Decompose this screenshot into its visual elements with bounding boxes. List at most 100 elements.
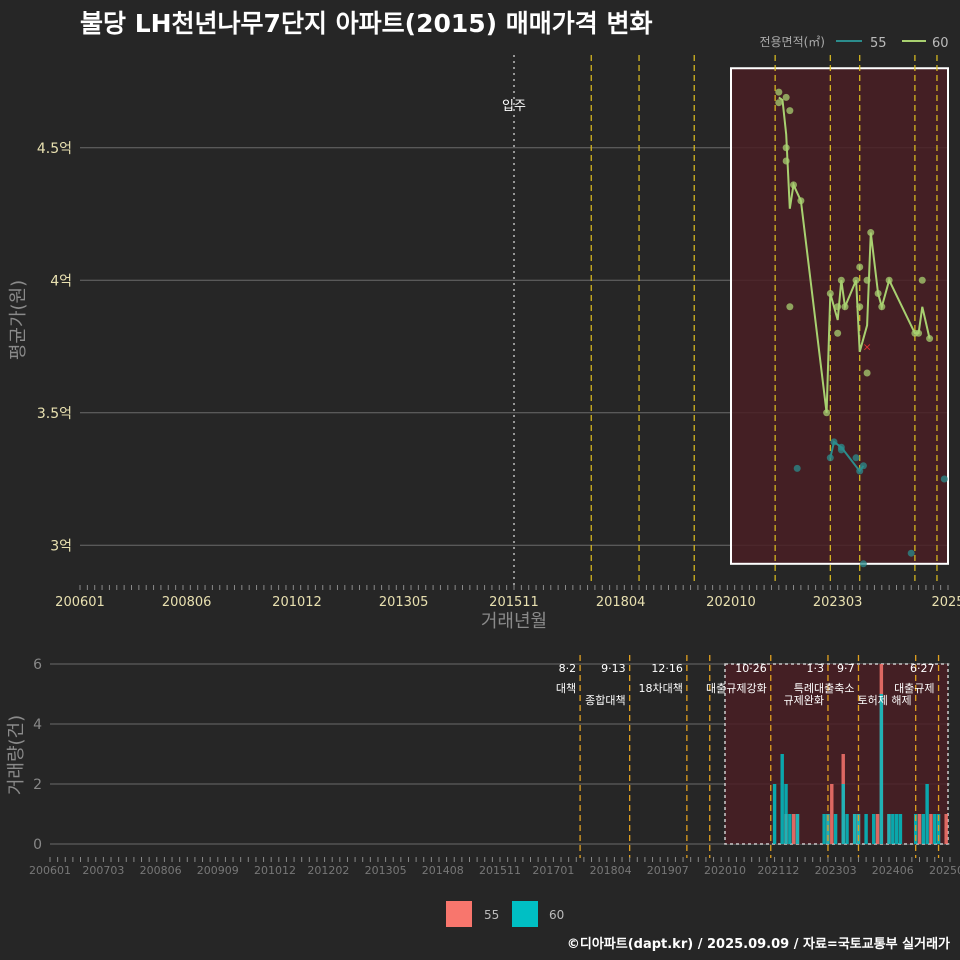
x-tick-label: 201202 [307,864,349,877]
x-tick-label: 2025 [931,595,960,610]
data-point-55 [907,549,915,557]
bar-60 [795,814,800,844]
x-tick-label: 202112 [757,864,799,877]
policy-label: 특례대출축소 [794,682,855,695]
data-point-55 [830,438,838,446]
x-tick-label: 201511 [489,595,539,610]
y-tick-label: 4억 [50,273,72,289]
bar-60 [784,784,788,844]
data-point-60 [863,369,871,377]
bar-60 [898,814,903,844]
policy-date: 12·16 [651,662,683,675]
x-tick-label: 202010 [704,864,746,877]
x-tick-label: 202303 [815,864,857,877]
policy-label: 대출규제강화 [706,682,767,695]
data-point-60 [841,303,849,311]
x-tick-label: 201012 [254,864,296,877]
x-tick-label: 200601 [29,864,71,877]
data-point-60 [837,276,845,284]
bar-60 [822,814,826,844]
policy-date: 9·13 [601,662,626,675]
y-axis-title: 거래량(건) [6,715,27,795]
data-point-60 [775,99,783,107]
bar-55 [917,814,922,844]
legend-swatch-55 [446,901,472,927]
policy-date: 1·3 [806,662,824,675]
data-point-60 [786,303,794,311]
bar-60 [833,814,838,844]
data-point-60 [782,144,790,152]
bar-60 [841,784,845,844]
data-point-55 [940,475,948,483]
data-point-60 [823,409,831,417]
x-axis-title: 거래년월 [481,611,547,632]
bar-60 [894,814,899,844]
bar-60 [852,814,857,844]
y-tick-label: 3억 [50,538,72,554]
x-tick-label: 201408 [422,864,464,877]
legend-label-55: 55 [484,908,499,922]
data-point-60 [797,197,805,205]
x-tick-label: 201305 [365,864,407,877]
policy-label: 18차대책 [639,682,683,695]
chart-canvas: 3억3.5억4억4.5억입주200601 200806 201012 201305 20… [6,35,960,927]
data-point-60 [826,290,834,297]
bar-60 [879,694,884,844]
legend-swatch-60 [512,901,538,927]
data-point-60 [856,263,864,271]
x-tick-label: 201804 [596,595,646,610]
y-axis-title: 평균가(원) [8,280,29,360]
policy-date: 6·27 [910,662,935,675]
bar-60 [887,814,891,844]
data-point-60 [867,229,875,237]
bar-55 [929,814,933,844]
data-point-55 [793,464,801,472]
policy-label: 토허제 해제 [858,693,912,707]
data-point-60 [834,329,842,337]
data-point-60 [863,276,871,284]
move-in-label: 입주 [502,99,526,114]
x-tick-label: 202406 [872,864,914,877]
data-point-60 [915,329,923,337]
data-point-60 [885,276,893,284]
x-tick-label: 200601 [55,595,105,610]
x-tick-label: 201012 [272,595,322,610]
policy-date: 10·26 [735,662,767,675]
x-tick-label: 200806 [140,864,182,877]
bar-60 [872,814,876,844]
legend-title: 전용면적(㎡) [759,35,825,49]
data-point-60 [878,303,886,311]
x-tick-label: 201511 [479,864,521,877]
policy-date: 9·7 [837,662,855,675]
y-tick-label: 4.5억 [37,141,72,157]
bar-60 [845,814,849,844]
data-point-60 [782,93,790,101]
policy-date: 8·2 [559,662,577,675]
policy-label: 대책 [556,682,576,695]
x-tick-label: 202303 [813,595,863,610]
data-point-55 [859,560,867,568]
bar-55 [875,814,880,844]
bar-60 [780,754,784,844]
y-tick-label: 2 [33,777,42,793]
y-tick-label: 0 [33,837,42,853]
bar-60 [864,814,868,844]
bar-60 [933,814,937,844]
data-point-55 [837,446,845,454]
y-tick-label: 4 [33,717,42,733]
data-point-55 [826,454,834,462]
data-point-60 [782,157,790,165]
policy-label: 대출규제 [894,682,934,695]
data-point-60 [856,303,864,311]
y-tick-label: 6 [33,657,42,673]
policy-label: 종합대책 [585,694,625,707]
x-tick-label: 200909 [197,864,239,877]
bar-60 [891,814,895,844]
x-tick-label: 200703 [82,864,124,877]
policy-label: 규제완화 [783,694,823,707]
bar-60 [921,814,926,844]
bar-55 [791,814,796,844]
y-tick-label: 3.5억 [37,406,72,422]
data-point-60 [834,303,842,311]
data-point-60 [874,290,882,297]
